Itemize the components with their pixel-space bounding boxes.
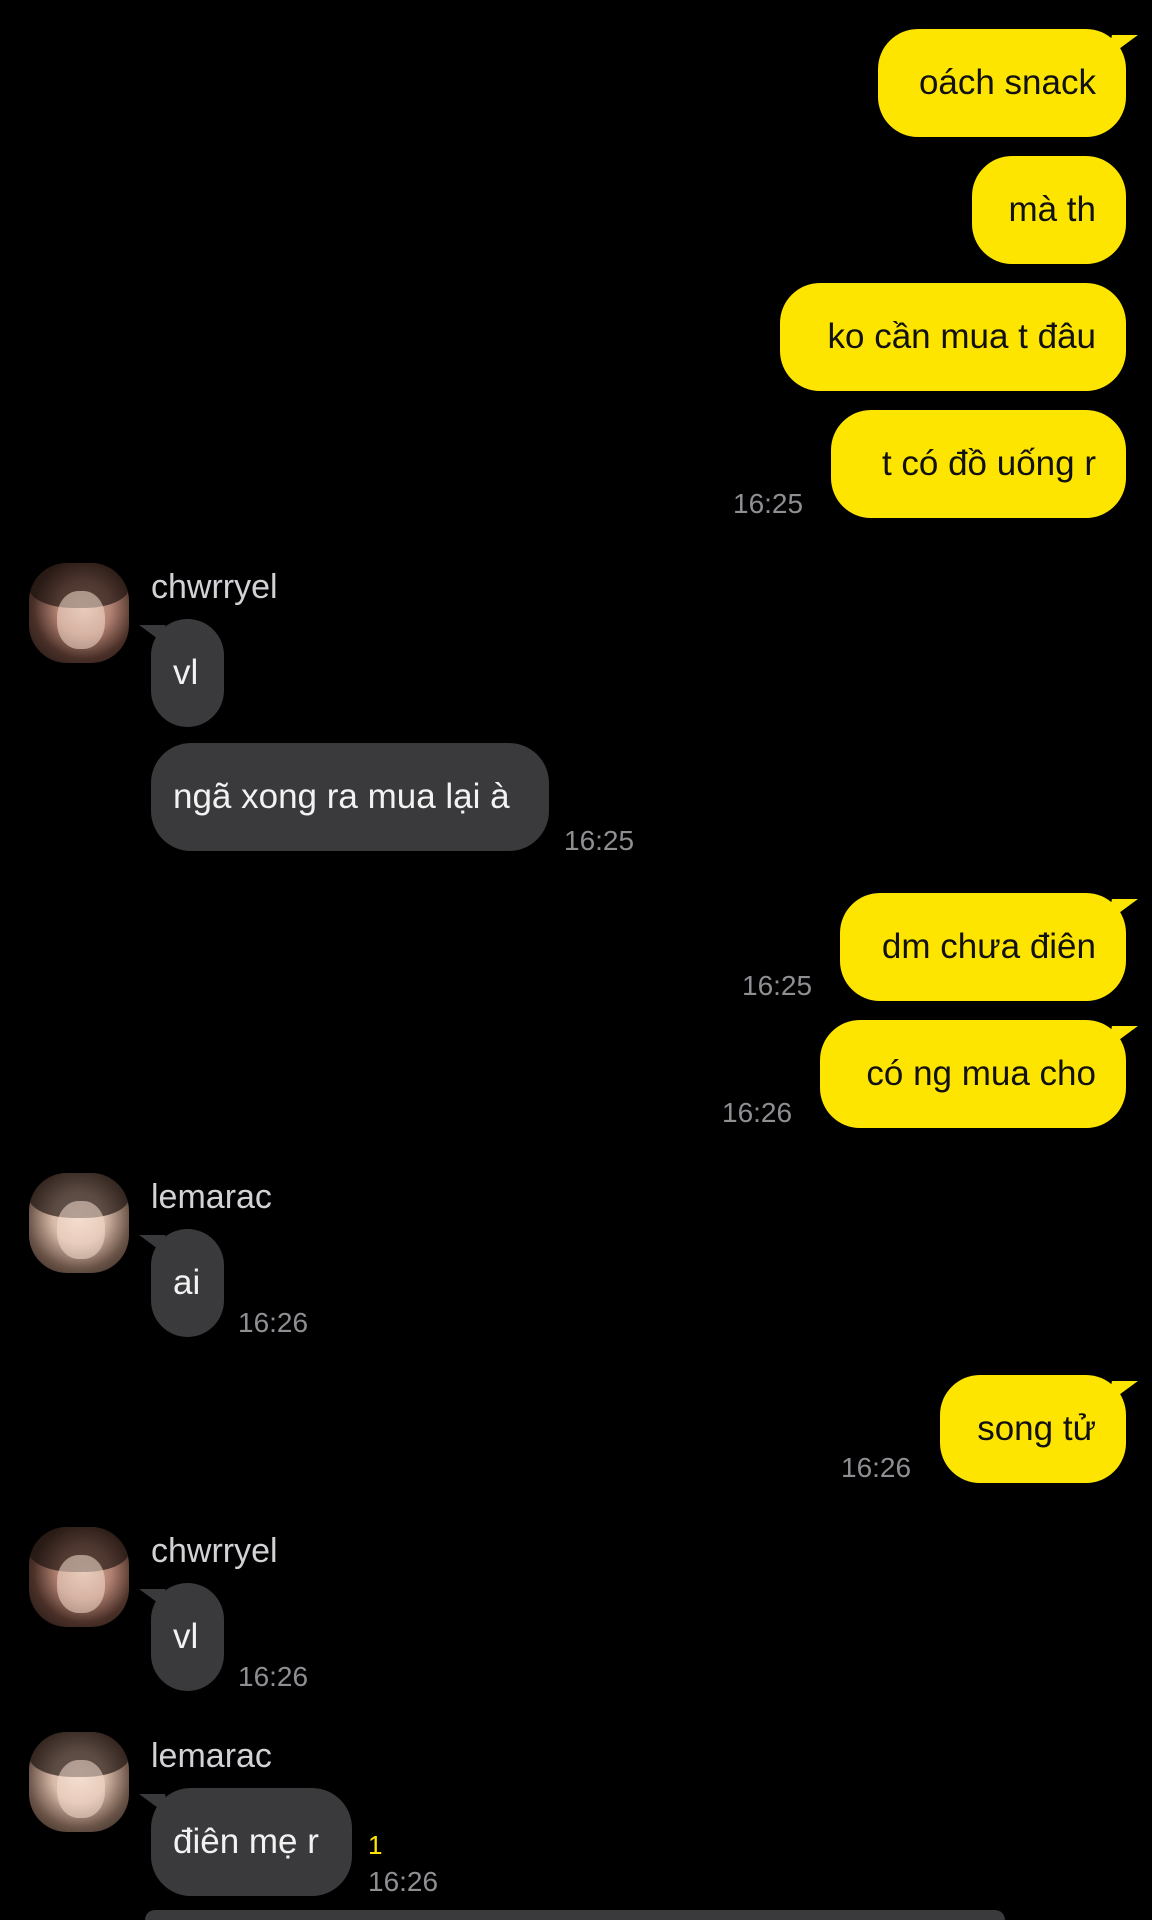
message-text: vl: [173, 1617, 199, 1656]
message-text: vl: [173, 653, 199, 692]
outgoing-message[interactable]: t có đồ uống r: [831, 410, 1126, 518]
message-timestamp: 16:26: [722, 1097, 793, 1128]
message-text: ai: [173, 1263, 201, 1302]
outgoing-message[interactable]: ko cần mua t đâu: [780, 283, 1126, 391]
sender-name: lemarac: [151, 1178, 272, 1216]
incoming-message[interactable]: vl: [151, 619, 224, 727]
sender-name: chwrryel: [151, 568, 278, 606]
sender-name: lemarac: [151, 1737, 272, 1775]
avatar-chwrryel-icon[interactable]: [29, 563, 129, 663]
message-timestamp: 16:26: [238, 1661, 309, 1692]
message-timestamp: 16:25: [733, 488, 804, 519]
message-text: dm chưa điên: [881, 927, 1096, 966]
message-timestamp: 16:26: [368, 1866, 439, 1897]
message-timestamp: 16:25: [564, 825, 635, 856]
unread-count-badge: 1: [368, 1830, 383, 1860]
message-text: ngã xong ra mua lại à: [173, 777, 510, 816]
avatar-chwrryel-icon[interactable]: [29, 1527, 129, 1627]
message-text: ko cần mua t đâu: [827, 317, 1097, 356]
message-timestamp: 16:26: [841, 1452, 912, 1483]
incoming-message[interactable]: vl: [151, 1583, 224, 1691]
outgoing-message[interactable]: có ng mua cho: [820, 1020, 1126, 1128]
incoming-message[interactable]: điên mẹ r: [151, 1788, 352, 1896]
message-text: t có đồ uống r: [881, 444, 1096, 483]
message-text: song tử: [977, 1409, 1096, 1448]
avatar-lemarac-icon[interactable]: [29, 1173, 129, 1273]
incoming-message[interactable]: ngã xong ra mua lại à: [151, 743, 549, 851]
message-timestamp: 16:26: [238, 1307, 309, 1338]
next-message-partial: [145, 1910, 1005, 1920]
message-text: mà th: [1008, 190, 1096, 229]
message-timestamp: 16:25: [742, 970, 813, 1001]
incoming-message[interactable]: ai: [151, 1229, 224, 1337]
avatar-lemarac-icon[interactable]: [29, 1732, 129, 1832]
message-text: điên mẹ r: [173, 1822, 319, 1861]
message-text: có ng mua cho: [866, 1054, 1096, 1093]
outgoing-message[interactable]: mà th: [972, 156, 1126, 264]
outgoing-message[interactable]: oách snack: [878, 29, 1126, 137]
message-text: oách snack: [918, 63, 1096, 102]
outgoing-message[interactable]: dm chưa điên: [840, 893, 1126, 1001]
chat-screen: oách snack mà th ko cần mua t đâu t có đ…: [0, 0, 1152, 1920]
outgoing-message[interactable]: song tử: [940, 1375, 1126, 1483]
sender-name: chwrryel: [151, 1532, 278, 1570]
